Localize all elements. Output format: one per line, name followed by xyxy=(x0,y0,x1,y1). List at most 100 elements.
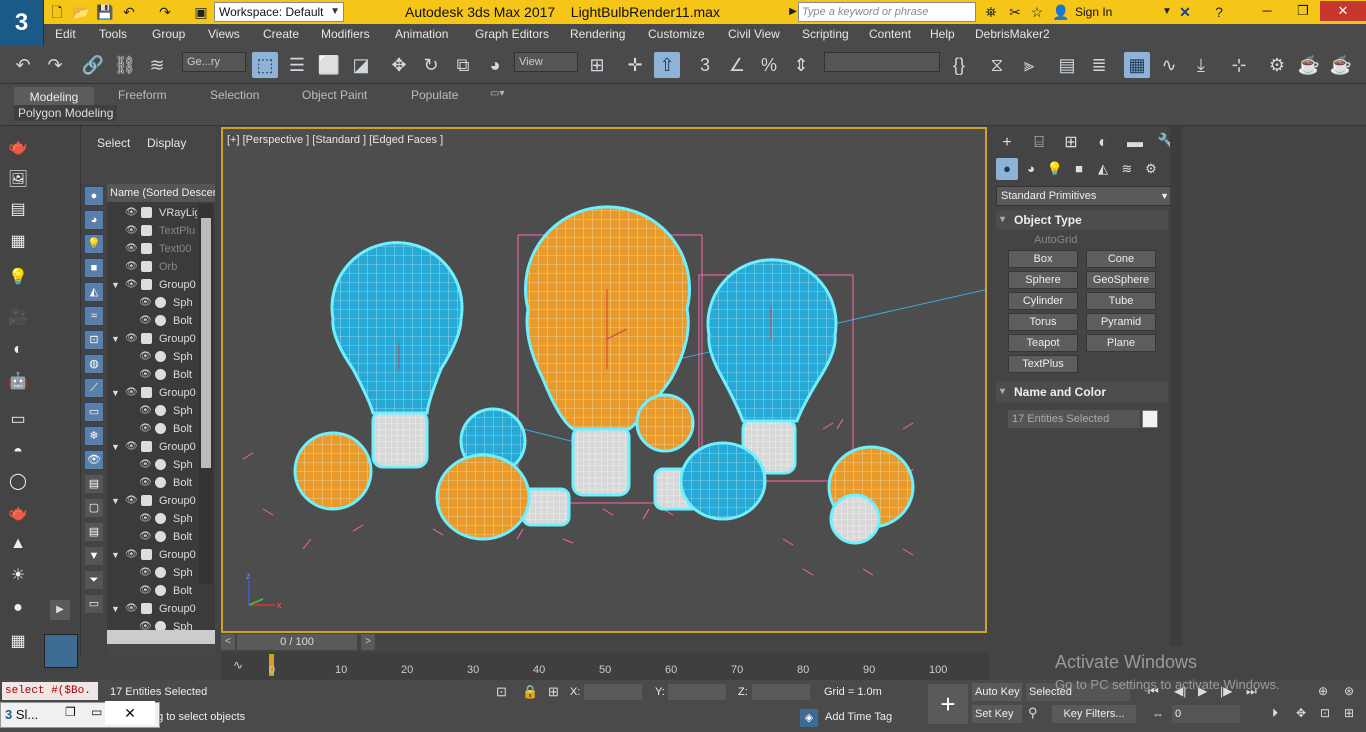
visibility-eye-icon[interactable]: 👁 xyxy=(139,564,152,582)
display-all-icon[interactable]: ● xyxy=(84,186,104,206)
explorer-row[interactable]: ▼ 👁 Group0 xyxy=(107,492,197,510)
menu-civil-view[interactable]: Civil View xyxy=(728,27,780,41)
plane-button[interactable]: Plane xyxy=(1086,334,1156,352)
create-tab-icon[interactable]: + xyxy=(994,130,1020,156)
align-icon[interactable]: ⫸ xyxy=(1016,52,1042,78)
redo-icon[interactable]: ↷ xyxy=(156,3,174,21)
expand-arrow-icon[interactable]: ▶ xyxy=(50,600,70,620)
minimize-icon[interactable]: ▭ xyxy=(91,700,102,724)
explorer-tab-select[interactable]: Select xyxy=(97,136,130,150)
display-children-icon[interactable]: ▤ xyxy=(84,474,104,494)
zoom-extents-icon[interactable]: ⊡ xyxy=(1320,706,1330,720)
pyramid-button[interactable]: Pyramid xyxy=(1086,313,1156,331)
menu-graph-editors[interactable]: Graph Editors xyxy=(475,27,549,41)
menu-debrismaker2[interactable]: DebrisMaker2 xyxy=(975,27,1050,41)
dope-sheet-icon[interactable]: ⤓ xyxy=(1188,52,1214,78)
app-logo[interactable]: 3 xyxy=(0,0,44,46)
tab-selection[interactable]: Selection xyxy=(210,88,259,106)
expand-toggle-icon[interactable]: ▼ xyxy=(111,438,120,456)
visibility-eye-icon[interactable]: 👁 xyxy=(139,294,152,312)
auto-key-button[interactable]: Auto Key xyxy=(972,683,1022,701)
tab-populate[interactable]: Populate xyxy=(411,88,458,106)
motion-tab-icon[interactable]: ◐ xyxy=(1090,130,1116,156)
restore-button[interactable]: ❐ xyxy=(1286,1,1320,21)
explorer-scroll-thumb[interactable] xyxy=(201,218,211,468)
ribbon-toggle-icon[interactable]: ▦ xyxy=(1124,52,1150,78)
tab-freeform[interactable]: Freeform xyxy=(118,88,167,106)
visibility-eye-icon[interactable]: 👁 xyxy=(139,528,152,546)
visibility-eye-icon[interactable]: 👁 xyxy=(125,258,138,276)
display-bones-icon[interactable]: ⟋ xyxy=(84,378,104,398)
cylinder-button[interactable]: Cylinder xyxy=(1008,292,1078,310)
x-coordinate-field[interactable] xyxy=(584,684,642,700)
display-hidden-icon[interactable]: 👁 xyxy=(84,450,104,470)
set-keys-button[interactable]: + xyxy=(928,684,968,724)
visibility-eye-icon[interactable]: 👁 xyxy=(139,582,152,600)
visibility-eye-icon[interactable]: 👁 xyxy=(139,312,152,330)
time-tag-icon[interactable]: ◈ xyxy=(800,709,818,727)
explorer-row[interactable]: 👁 Bolt xyxy=(107,366,197,384)
z-coordinate-field[interactable] xyxy=(752,684,810,700)
explorer-row[interactable]: 👁 VRayLig xyxy=(107,204,197,222)
edit-named-selection-icon[interactable]: {} xyxy=(946,52,972,78)
curve-editor-icon[interactable]: ∿ xyxy=(1156,52,1182,78)
expand-toggle-icon[interactable]: ▼ xyxy=(111,384,120,402)
display-dependencies-icon[interactable]: ▤ xyxy=(84,522,104,542)
track-bar[interactable]: ∿ 0 10 20 30 40 50 60 70 80 90 100 xyxy=(221,652,989,680)
scene-explorer-icon[interactable]: ▤ xyxy=(1054,52,1080,78)
restore-icon[interactable]: ❐ xyxy=(65,700,76,724)
helper-icon[interactable]: ◐ xyxy=(6,338,30,362)
expand-toggle-icon[interactable]: ▼ xyxy=(111,276,120,294)
render-icon[interactable]: ☕ xyxy=(1328,52,1354,78)
teapot-icon[interactable]: 🫖 xyxy=(6,136,30,160)
box-icon[interactable]: ▭ xyxy=(6,408,30,432)
visibility-eye-icon[interactable]: 👁 xyxy=(139,474,152,492)
menu-edit[interactable]: Edit xyxy=(55,27,76,41)
layer-explorer-icon[interactable]: ≣ xyxy=(1086,52,1112,78)
explorer-row[interactable]: 👁 Sph xyxy=(107,294,197,312)
sign-in-link[interactable]: Sign In xyxy=(1075,5,1112,19)
zoom-all-icon[interactable]: ⊛ xyxy=(1344,684,1354,698)
snaps-toggle-icon[interactable]: 3 xyxy=(692,52,718,78)
object-type-rollout[interactable]: Object Type xyxy=(996,210,1168,230)
visibility-eye-icon[interactable]: 👁 xyxy=(125,330,138,348)
reference-coordinate-dropdown[interactable]: View xyxy=(514,52,578,72)
viewport-layout-thumbnail[interactable] xyxy=(44,634,78,668)
select-object-icon[interactable]: ⬚ xyxy=(252,52,278,78)
pivot-center-icon[interactable]: ⊞ xyxy=(584,52,610,78)
unlink-icon[interactable]: ⛓ xyxy=(112,52,138,78)
expand-toggle-icon[interactable]: ▼ xyxy=(111,492,120,510)
menu-views[interactable]: Views xyxy=(208,27,240,41)
previous-frame-button[interactable]: < xyxy=(221,634,235,650)
object-color-swatch[interactable] xyxy=(1142,410,1158,428)
torus-button[interactable]: Torus xyxy=(1008,313,1078,331)
selection-lock-icon[interactable]: 🔒 xyxy=(522,684,538,700)
walk-through-icon[interactable]: ✥ xyxy=(1296,706,1306,720)
current-frame-field[interactable]: 0 xyxy=(1172,705,1240,723)
visibility-eye-icon[interactable]: 👁 xyxy=(139,510,152,528)
explorer-row[interactable]: 👁 Bolt xyxy=(107,528,197,546)
window-crossing-icon[interactable]: ◪ xyxy=(348,52,374,78)
help-icon[interactable]: ? xyxy=(1210,3,1228,21)
display-lights-icon[interactable]: 💡 xyxy=(84,234,104,254)
favorites-star-icon[interactable]: ☆ xyxy=(1028,3,1046,21)
chevron-down-icon[interactable]: ▼ xyxy=(1158,3,1176,21)
y-coordinate-field[interactable] xyxy=(668,684,726,700)
placement-icon[interactable]: ◕ xyxy=(482,52,508,78)
sphere-button[interactable]: Sphere xyxy=(1008,271,1078,289)
tab-modeling[interactable]: Modeling xyxy=(14,87,94,107)
tab-object-paint[interactable]: Object Paint xyxy=(302,88,367,106)
cone-icon[interactable]: ▲ xyxy=(6,532,30,556)
geosphere-button[interactable]: GeoSphere xyxy=(1086,271,1156,289)
menu-scripting[interactable]: Scripting xyxy=(802,27,849,41)
display-xrefs-icon[interactable]: ◍ xyxy=(84,354,104,374)
menu-modifiers[interactable]: Modifiers xyxy=(321,27,370,41)
workspace-dropdown[interactable]: Workspace: Default ▼ xyxy=(214,2,344,22)
explorer-horizontal-scrollbar[interactable] xyxy=(107,630,215,644)
display-helpers-icon[interactable]: ◭ xyxy=(84,282,104,302)
tube-button[interactable]: Tube xyxy=(1086,292,1156,310)
visibility-eye-icon[interactable]: 👁 xyxy=(125,438,138,456)
ribbon-options-icon[interactable]: ▭▾ xyxy=(490,88,504,106)
sun-icon[interactable]: ☀ xyxy=(6,564,30,588)
rectangular-selection-icon[interactable]: ⬜ xyxy=(316,52,342,78)
